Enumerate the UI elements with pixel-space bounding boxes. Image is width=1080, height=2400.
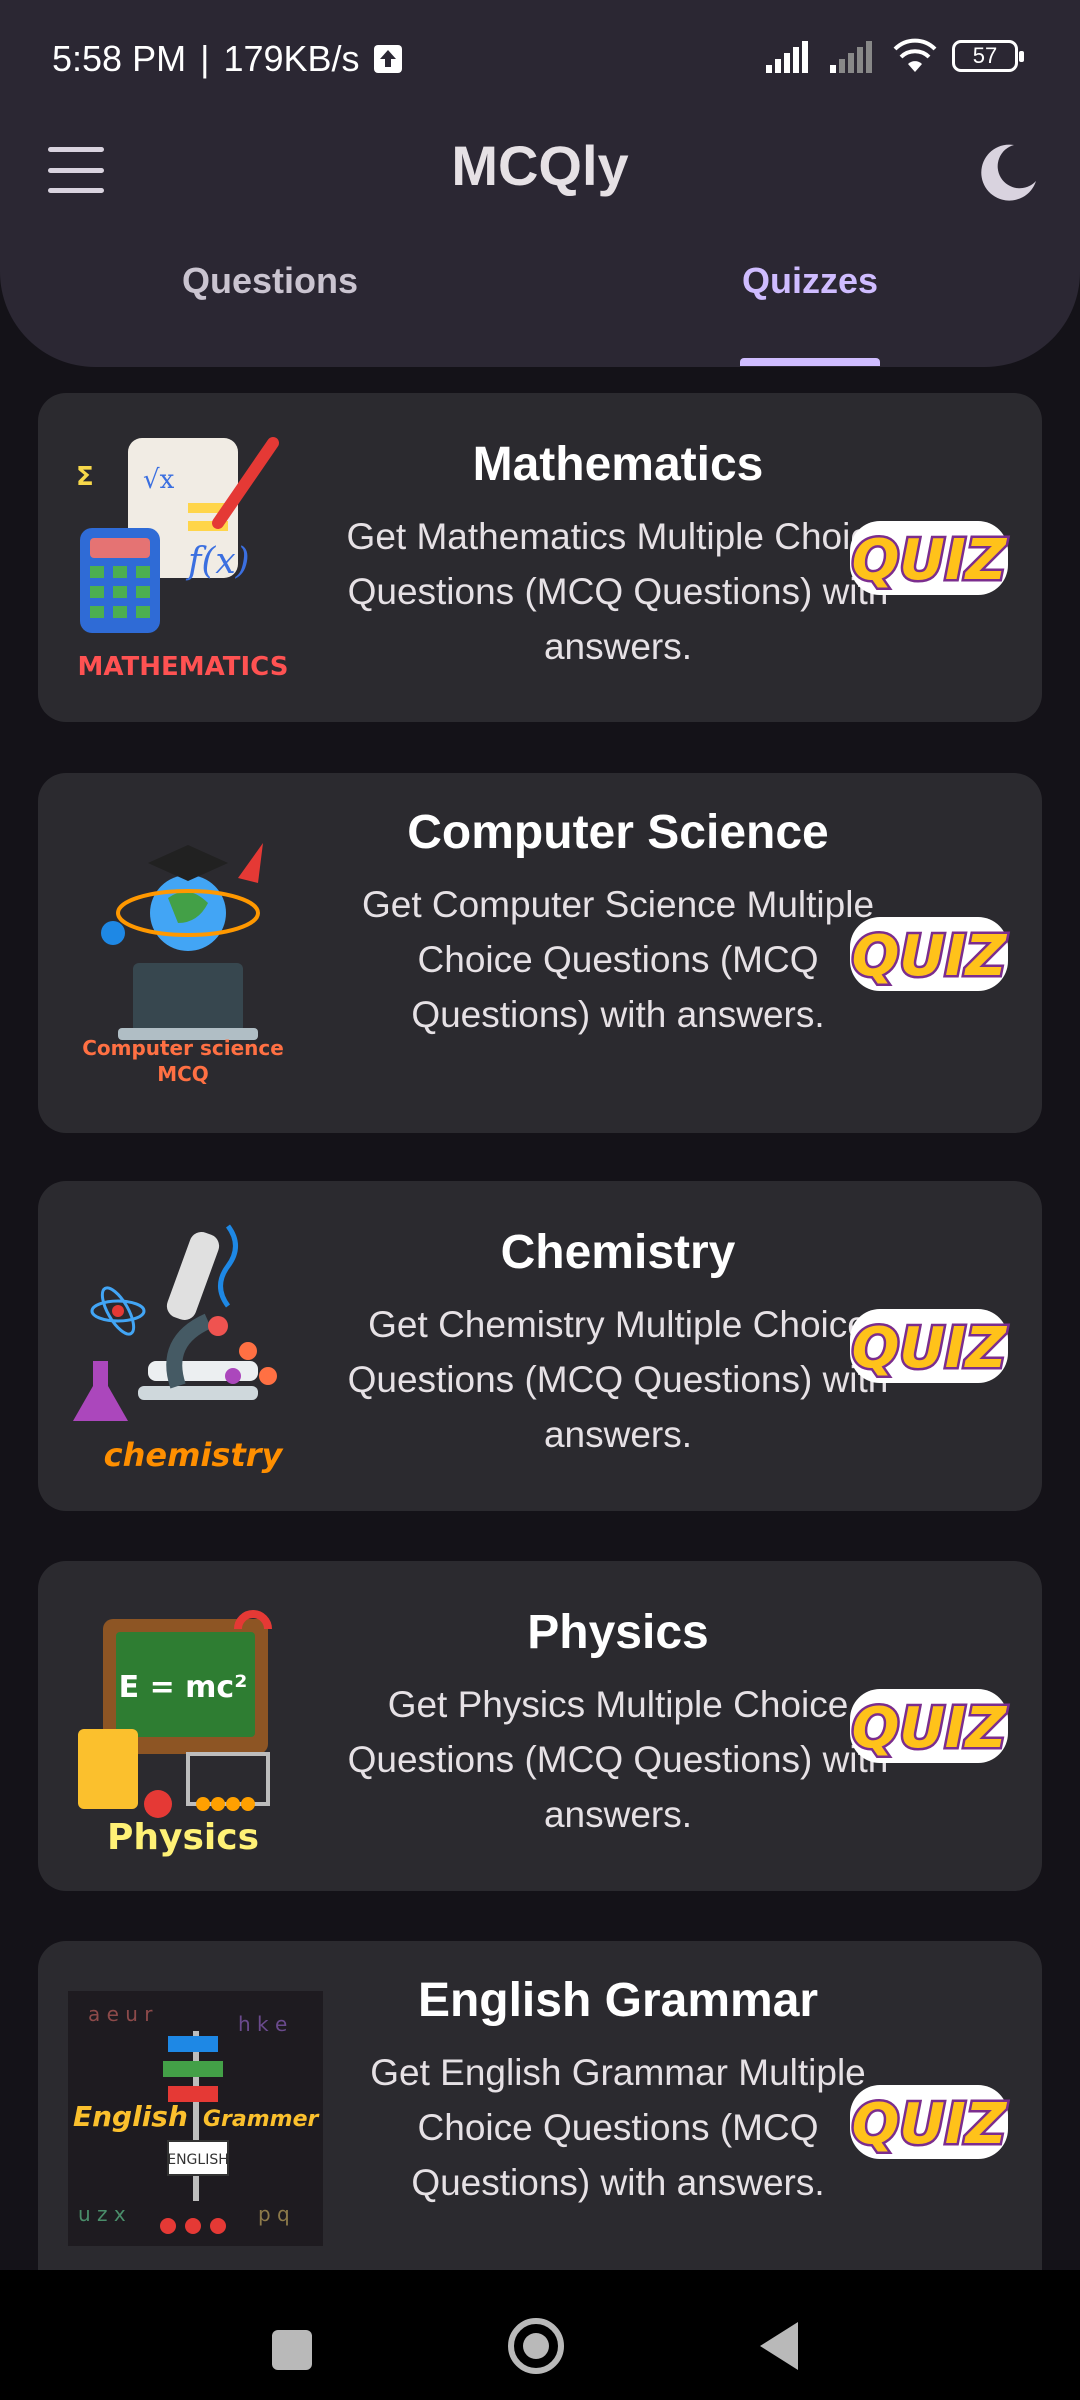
chemistry-image-caption: chemistry <box>104 1436 284 1474</box>
card-title: Chemistry <box>500 1226 736 1279</box>
quiz-badge-icon[interactable]: QUIZ <box>844 1681 1014 1769</box>
card-body: Mathematics Get Mathematics Multiple Cho… <box>328 435 908 674</box>
card-body: Computer Science Get Computer Science Mu… <box>328 803 908 1042</box>
card-body: Physics Get Physics Multiple Choice Ques… <box>328 1603 908 1842</box>
app-title: MCQly <box>451 134 629 197</box>
upload-icon <box>373 45 402 73</box>
quiz-badge-label: QUIZ <box>852 1696 1008 1761</box>
quiz-badge-icon[interactable]: QUIZ <box>844 2077 1014 2165</box>
svg-text:u z x: u z x <box>78 2202 126 2226</box>
system-navigation-bar <box>0 2270 1080 2400</box>
svg-text:p q: p q <box>258 2202 290 2226</box>
tab-questions[interactable]: Questions <box>120 260 420 367</box>
mathematics-image: √x f(x) Σ MATHEMATICS <box>76 437 289 682</box>
quiz-card-physics[interactable]: E = mc² Physics Physics Get Physics Mult… <box>38 1561 1042 1891</box>
tab-indicator <box>740 358 880 366</box>
status-separator: | <box>200 38 210 79</box>
back-button[interactable] <box>760 2322 798 2370</box>
svg-text:h k e: h k e <box>238 2012 287 2036</box>
quiz-card-mathematics[interactable]: √x f(x) Σ MATHEMATICS Mathematics Get Ma… <box>38 393 1042 722</box>
quiz-badge-icon[interactable]: QUIZ <box>844 1301 1014 1389</box>
english-grammar-image: a e u r h k e u z x p q English Grammer … <box>68 1991 323 2246</box>
quiz-card-computer-science[interactable]: Computer science MCQ Computer Science Ge… <box>38 773 1042 1133</box>
computer-science-image-caption: Computer science <box>82 1036 284 1060</box>
card-title: English Grammar <box>417 1974 819 2027</box>
tab-quizzes[interactable]: Quizzes <box>660 260 960 367</box>
card-title: Physics <box>527 1606 709 1659</box>
moon-icon[interactable] <box>974 137 1044 207</box>
quiz-badge-label: QUIZ <box>852 1316 1008 1381</box>
quiz-badge-label: QUIZ <box>852 2092 1008 2157</box>
grammer-image-word: Grammer <box>203 2107 320 2132</box>
card-description: Get English Grammar Multiple Choice Ques… <box>370 2052 866 2203</box>
english-sign-text: ENGLISH <box>167 2152 229 2168</box>
wifi-icon <box>893 38 937 72</box>
battery-level: 57 <box>972 43 998 68</box>
status-time: 5:58 PM <box>52 38 187 79</box>
card-description: Get Physics Multiple Choice Questions (M… <box>347 1684 889 1835</box>
svg-text:√x: √x <box>143 465 175 495</box>
computer-science-image: Computer science MCQ <box>82 843 284 1086</box>
chemistry-image: chemistry <box>73 1224 284 1474</box>
tab-bar: Questions Quizzes <box>0 260 1080 367</box>
card-title: Computer Science <box>407 806 829 859</box>
signal-icon <box>766 41 808 73</box>
recents-button[interactable] <box>272 2330 312 2370</box>
svg-text:f(x): f(x) <box>185 541 250 582</box>
status-network-speed: 179KB/s <box>223 38 360 79</box>
svg-text:a e u r: a e u r <box>88 2002 153 2026</box>
card-body: English Grammar Get English Grammar Mult… <box>328 1971 908 2210</box>
svg-text:Σ: Σ <box>76 462 94 492</box>
card-description: Get Computer Science Multiple Choice Que… <box>361 884 875 1035</box>
physics-image: E = mc² Physics <box>78 1610 272 1858</box>
quiz-card-chemistry[interactable]: chemistry Chemistry Get Chemistry Multip… <box>38 1181 1042 1511</box>
app-header: 5:58 PM | 179KB/s 57 MCQly Questions Qui… <box>0 0 1080 367</box>
quiz-badge-icon[interactable]: QUIZ <box>844 909 1014 997</box>
status-bar: 5:58 PM | 179KB/s 57 <box>0 0 1080 115</box>
card-description: Get Chemistry Multiple Choice Questions … <box>347 1304 889 1455</box>
mathematics-image-caption: MATHEMATICS <box>78 652 289 682</box>
battery-icon: 57 <box>952 40 1024 72</box>
quiz-badge-label: QUIZ <box>852 924 1008 989</box>
card-title: Mathematics <box>472 438 764 491</box>
computer-science-image-caption-line2: MCQ <box>157 1062 209 1086</box>
home-button[interactable] <box>508 2318 564 2374</box>
quiz-badge-label: QUIZ <box>852 528 1008 593</box>
app-bar: MCQly <box>0 115 1080 225</box>
status-right: 57 <box>764 38 1024 74</box>
quiz-card-english-grammar[interactable]: a e u r h k e u z x p q English Grammer … <box>38 1941 1042 2301</box>
physics-image-caption: Physics <box>107 1817 259 1858</box>
formula-text: E = mc² <box>119 1670 248 1705</box>
card-body: Chemistry Get Chemistry Multiple Choice … <box>328 1223 908 1462</box>
english-image-word: English <box>73 2100 188 2133</box>
signal-weak-icon <box>830 41 872 73</box>
card-description: Get Mathematics Multiple Choice Question… <box>346 516 890 667</box>
status-left: 5:58 PM | 179KB/s <box>52 38 402 80</box>
quiz-badge-icon[interactable]: QUIZ <box>844 513 1014 601</box>
